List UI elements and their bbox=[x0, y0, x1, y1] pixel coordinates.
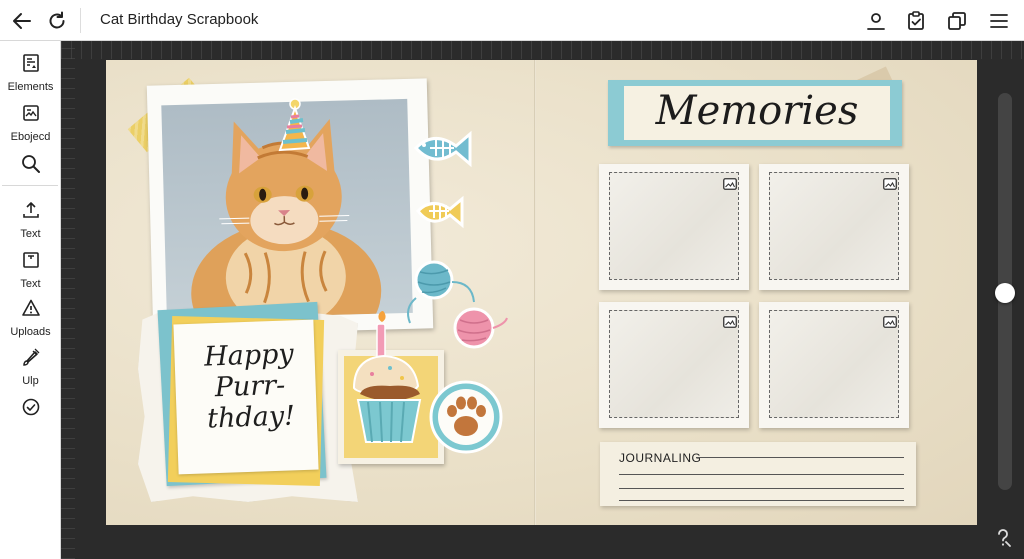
sidebar-item-elements[interactable]: Elements bbox=[0, 53, 61, 93]
sidebar-item-label: Text bbox=[20, 228, 41, 240]
party-hat-sticker[interactable] bbox=[276, 98, 312, 156]
sidebar-item-search[interactable] bbox=[0, 153, 61, 180]
sidebar-item-ulp[interactable]: Ulp bbox=[0, 347, 61, 387]
help-question-icon[interactable] bbox=[990, 524, 1016, 550]
sidebar-item-label: Ulp bbox=[22, 375, 39, 387]
photo-placeholder-1[interactable] bbox=[599, 164, 749, 290]
journaling-label: JOURNALING bbox=[619, 451, 702, 465]
duplicate-icon[interactable] bbox=[944, 8, 970, 34]
zoom-slider-handle[interactable] bbox=[995, 283, 1015, 303]
menu-icon[interactable] bbox=[986, 8, 1012, 34]
text-frame-icon bbox=[21, 250, 41, 275]
sidebar-item-text[interactable]: Text bbox=[0, 250, 61, 290]
placeholder-dropzone[interactable] bbox=[769, 172, 899, 280]
sidebar-item-label: Text bbox=[20, 278, 41, 290]
image-icon bbox=[883, 178, 897, 190]
image-icon bbox=[723, 316, 737, 328]
sidebar-item-label: Elements bbox=[7, 81, 54, 93]
fish-bone-sticker-yellow[interactable] bbox=[414, 193, 474, 231]
placeholder-dropzone[interactable] bbox=[609, 172, 739, 280]
journal-line bbox=[696, 457, 904, 458]
page-spine bbox=[534, 60, 536, 525]
ruler-top bbox=[61, 41, 1024, 59]
search-icon bbox=[20, 153, 42, 180]
account-icon[interactable] bbox=[863, 8, 889, 34]
tools-sidebar: Elements Ebojecd Text Text Uploads Ulp bbox=[0, 41, 61, 559]
greeting-line-2: Purr- bbox=[214, 369, 286, 404]
brush-icon bbox=[21, 347, 41, 372]
warning-triangle-icon bbox=[21, 298, 41, 323]
document-title[interactable]: Cat Birthday Scrapbook bbox=[100, 11, 258, 28]
refresh-icon[interactable] bbox=[44, 8, 70, 34]
sidebar-item-text-upload[interactable]: Text bbox=[0, 200, 61, 240]
sidebar-item-label: Ebojecd bbox=[10, 131, 51, 143]
sidebar-item-ebojecd[interactable]: Ebojecd bbox=[0, 103, 61, 143]
fish-bone-sticker-teal[interactable] bbox=[412, 128, 482, 170]
image-box-icon bbox=[21, 103, 41, 128]
clipboard-check-icon[interactable] bbox=[903, 8, 929, 34]
photo-placeholder-2[interactable] bbox=[759, 164, 909, 290]
sidebar-item-label: Uploads bbox=[10, 326, 51, 338]
journal-line bbox=[619, 474, 904, 475]
upload-text-icon bbox=[21, 200, 41, 225]
paw-print-sticker[interactable] bbox=[428, 378, 504, 456]
sidebar-divider bbox=[2, 185, 58, 186]
placeholder-dropzone[interactable] bbox=[769, 310, 899, 418]
topbar-divider bbox=[80, 8, 81, 33]
journal-line bbox=[619, 488, 904, 489]
greeting-line-1: Happy bbox=[203, 338, 295, 373]
greeting-text[interactable]: Happy Purr- thday! bbox=[188, 338, 311, 435]
placeholder-dropzone[interactable] bbox=[609, 310, 739, 418]
back-arrow-icon[interactable] bbox=[9, 8, 35, 34]
journaling-box[interactable]: JOURNALING bbox=[600, 442, 916, 506]
elements-icon bbox=[21, 53, 41, 78]
journal-line bbox=[619, 500, 904, 501]
image-icon bbox=[883, 316, 897, 328]
check-circle-icon bbox=[21, 397, 41, 422]
sidebar-item-uploads[interactable]: Uploads bbox=[0, 298, 61, 338]
photo-placeholder-3[interactable] bbox=[599, 302, 749, 428]
memories-title[interactable]: Memories bbox=[624, 84, 890, 138]
greeting-line-3: thday! bbox=[206, 400, 296, 435]
photo-placeholder-4[interactable] bbox=[759, 302, 909, 428]
ruler-left bbox=[61, 41, 75, 559]
image-icon bbox=[723, 178, 737, 190]
cupcake-sticker[interactable] bbox=[344, 308, 430, 454]
top-bar: Cat Birthday Scrapbook bbox=[0, 0, 1024, 41]
sidebar-item-check[interactable] bbox=[0, 397, 61, 422]
